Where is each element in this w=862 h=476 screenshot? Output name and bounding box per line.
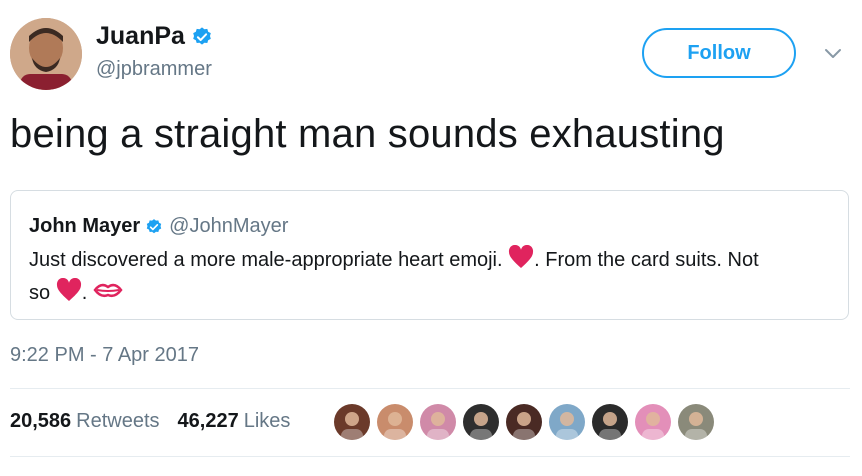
author-avatar[interactable] [10,18,82,90]
retweets-label: Retweets [76,410,160,432]
liker-avatar-3[interactable] [420,404,456,440]
follow-button[interactable]: Follow [642,28,796,78]
author-handle[interactable]: @jpbrammer [96,58,212,81]
quoted-handle: @JohnMayer [169,215,289,237]
likes-count: 46,227 [177,410,239,432]
liker-avatar-5[interactable] [506,404,542,440]
liker-avatar-6[interactable] [549,404,585,440]
liker-avatar-1[interactable] [334,404,370,440]
retweets-stat[interactable]: 20,586 Retweets [10,410,160,433]
verified-badge-icon [145,218,163,236]
chevron-down-icon[interactable] [822,42,844,64]
quoted-text-part: . From the card suits. Not [534,249,759,271]
retweets-count: 20,586 [10,410,72,432]
liker-avatar-2[interactable] [377,404,413,440]
quoted-tweet-text: Just discovered a more male-appropriate … [29,244,829,311]
quoted-text-part: Just discovered a more male-appropriate … [29,249,509,271]
author-display-name[interactable]: JuanPa [96,22,185,51]
liker-avatar-4[interactable] [463,404,499,440]
heart-icon [56,277,82,311]
tweet-timestamp[interactable]: 9:22 PM - 7 Apr 2017 [10,344,199,367]
quoted-display-name: John Mayer [29,215,141,237]
kiss-lips-icon [93,280,123,311]
likes-label: Likes [243,410,291,432]
liker-avatar-9[interactable] [678,404,714,440]
tweet-stats: 20,586 Retweets 46,227 Likes [10,410,290,433]
quoted-text-part: . [81,282,93,304]
likes-stat[interactable]: 46,227 Likes [178,410,291,433]
divider [10,388,850,389]
heart-suit-icon [508,244,534,278]
quoted-tweet[interactable]: John Mayer @JohnMayer Just discovered a … [10,190,849,320]
verified-badge-icon [191,26,213,48]
liker-avatar-8[interactable] [635,404,671,440]
liker-avatars [334,404,721,440]
divider [10,456,850,457]
tweet-text: being a straight man sounds exhausting [10,112,725,156]
liker-avatar-7[interactable] [592,404,628,440]
quoted-text-part: so [29,282,56,304]
